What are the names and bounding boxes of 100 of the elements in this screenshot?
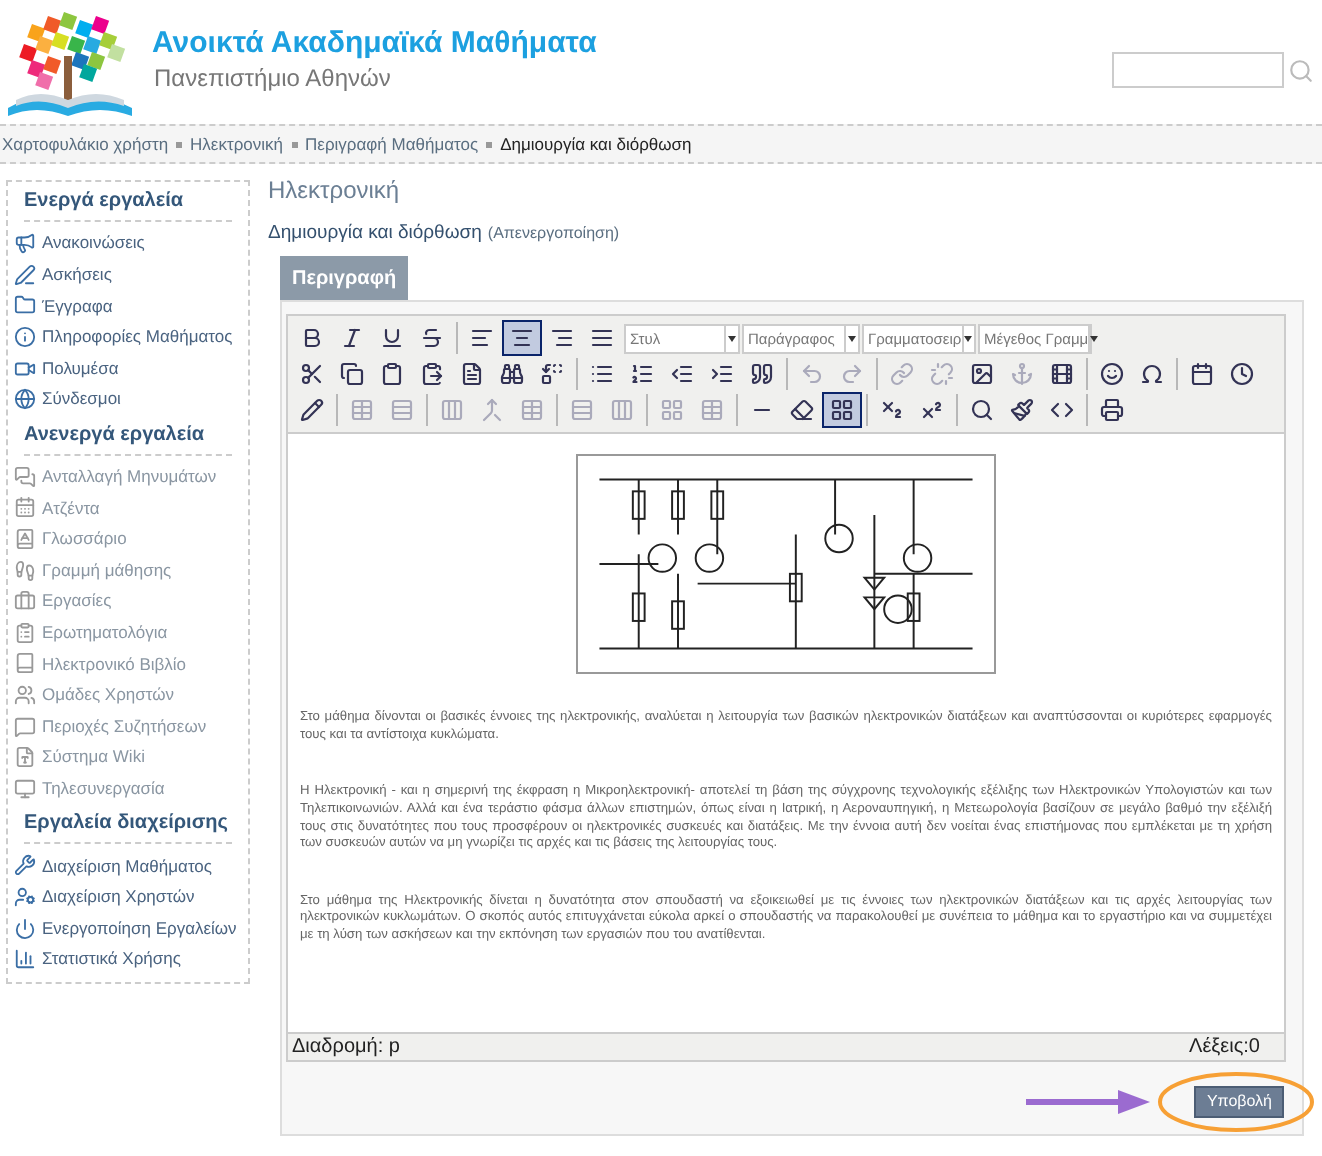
deactivate-link[interactable]: (Απενεργοποίηση) bbox=[487, 222, 620, 246]
page-title: Ηλεκτρονική bbox=[268, 174, 402, 208]
document-icon bbox=[14, 746, 36, 769]
edit-icon bbox=[300, 398, 324, 423]
blocks-icon bbox=[830, 398, 854, 423]
dropdown-caret-icon bbox=[844, 325, 858, 352]
smiley-icon bbox=[1100, 362, 1124, 387]
sidebar-link[interactable]: Διαχείριση Μαθήματος bbox=[42, 853, 212, 879]
calendar-icon bbox=[1190, 362, 1214, 387]
replace-icon bbox=[540, 362, 564, 387]
dropdown-caret-icon bbox=[1088, 325, 1099, 352]
table-icon bbox=[520, 398, 544, 423]
paste-word-icon bbox=[460, 362, 484, 387]
globe-icon bbox=[14, 388, 36, 411]
checklist-icon bbox=[14, 621, 36, 644]
align-justify-icon bbox=[590, 326, 614, 351]
footprints-icon bbox=[14, 559, 36, 582]
sidebar-link[interactable]: Ανακοινώσεις bbox=[42, 230, 145, 257]
sidebar-link[interactable]: Ενεργοποίηση Εργαλείων bbox=[42, 915, 237, 941]
toolbar-button[interactable] bbox=[502, 320, 542, 357]
align-right-icon bbox=[550, 326, 574, 351]
section-title: Δημιουργία και διόρθωση bbox=[268, 220, 482, 248]
toolbar-button[interactable] bbox=[822, 392, 862, 429]
table-columns-icon bbox=[610, 398, 634, 423]
print-icon bbox=[1100, 398, 1124, 423]
table-icon bbox=[700, 398, 724, 423]
underline-icon bbox=[380, 326, 404, 351]
site-subtitle: Πανεπιστήμιο Αθηνών bbox=[154, 62, 393, 94]
info-icon bbox=[14, 326, 36, 349]
quote-icon bbox=[750, 362, 774, 387]
table-rows-icon bbox=[570, 398, 594, 423]
book-icon bbox=[14, 652, 36, 675]
redo-icon bbox=[840, 362, 864, 387]
sidebar-link[interactable]: Έγγραφα bbox=[42, 293, 113, 319]
users-icon bbox=[14, 684, 36, 707]
bar-chart-icon bbox=[14, 948, 36, 971]
table-rows-icon bbox=[390, 398, 414, 423]
html-icon bbox=[1050, 398, 1074, 423]
outdent-icon bbox=[670, 362, 694, 387]
cut-icon bbox=[300, 362, 324, 387]
undo-icon bbox=[800, 362, 824, 387]
superscript-icon bbox=[920, 398, 944, 423]
align-left-icon bbox=[470, 326, 494, 351]
breadcrumb-link[interactable]: Δημιουργία και διόρθωση bbox=[500, 131, 692, 157]
sidebar-link[interactable]: Πολυμέσα bbox=[42, 355, 119, 382]
find-icon bbox=[500, 362, 524, 387]
paste-text-icon bbox=[420, 362, 444, 387]
sidebar-link[interactable]: Σύνδεσμοι bbox=[42, 386, 121, 413]
subscript-icon bbox=[880, 398, 904, 423]
user-settings-icon bbox=[14, 885, 36, 908]
anchor-icon bbox=[1010, 362, 1034, 387]
sidebar-link[interactable]: Διαχείριση Χρηστών bbox=[42, 884, 195, 910]
briefcase-icon bbox=[14, 590, 36, 613]
sidebar-link[interactable]: Ασκήσεις bbox=[42, 262, 112, 288]
table-columns-icon bbox=[440, 398, 464, 423]
description-tab[interactable]: Περιγραφή bbox=[280, 256, 409, 301]
dictionary-icon bbox=[14, 528, 36, 551]
sidebar-link[interactable]: Πληροφορίες Μαθήματος bbox=[42, 324, 233, 350]
pointer-arrow bbox=[1026, 1090, 1150, 1115]
numbered-list-icon bbox=[630, 362, 654, 387]
sidebar-link[interactable]: Στατιστικά Χρήσης bbox=[42, 946, 181, 973]
brush-icon bbox=[1010, 398, 1034, 423]
italic-icon bbox=[340, 326, 364, 351]
paste-icon bbox=[380, 362, 404, 387]
folder-icon bbox=[14, 294, 36, 317]
submit-button[interactable]: Υποβολή bbox=[1194, 1086, 1284, 1119]
unlink-icon bbox=[930, 362, 954, 387]
search-field[interactable] bbox=[1112, 52, 1284, 88]
dropdown-caret-icon bbox=[961, 325, 974, 352]
power-icon bbox=[14, 917, 36, 940]
bold-icon bbox=[300, 326, 324, 351]
breadcrumb-link[interactable]: Χαρτοφυλάκιο χρήστη bbox=[2, 131, 169, 157]
link-icon bbox=[890, 362, 914, 387]
preview-icon bbox=[970, 398, 994, 423]
image-icon bbox=[970, 362, 994, 387]
table-icon bbox=[350, 398, 374, 423]
wrench-icon bbox=[14, 854, 36, 877]
indent-icon bbox=[710, 362, 734, 387]
messages-icon bbox=[14, 465, 36, 488]
sidebar-heading: Ενεργά εργαλεία bbox=[24, 188, 232, 222]
video-icon bbox=[14, 357, 36, 380]
sidebar-heading: Εργαλεία διαχείρισης bbox=[24, 810, 232, 845]
omega-icon bbox=[1140, 362, 1164, 387]
clock-icon bbox=[1230, 362, 1254, 387]
breadcrumb-link[interactable]: Περιγραφή Μαθήματος bbox=[305, 131, 479, 157]
calendar-icon bbox=[14, 496, 36, 519]
megaphone-icon bbox=[14, 232, 36, 255]
pen-icon bbox=[14, 263, 36, 286]
monitor-icon bbox=[14, 777, 36, 800]
strikethrough-icon bbox=[420, 326, 444, 351]
eraser-icon bbox=[790, 398, 814, 423]
dropdown-caret-icon bbox=[724, 325, 738, 352]
align-center-icon bbox=[510, 326, 534, 351]
sidebar-heading: Ανενεργά εργαλεία bbox=[24, 421, 232, 456]
copy-icon bbox=[340, 362, 364, 387]
element-path: Διαδρομή: p bbox=[292, 1034, 400, 1063]
word-count: Λέξεις:0 bbox=[1189, 1034, 1260, 1063]
site-title: Ανοικτά Ακαδημαϊκά Μαθήματα bbox=[152, 26, 597, 62]
film-icon bbox=[1050, 362, 1074, 387]
breadcrumb-link[interactable]: Ηλεκτρονική bbox=[190, 131, 284, 157]
